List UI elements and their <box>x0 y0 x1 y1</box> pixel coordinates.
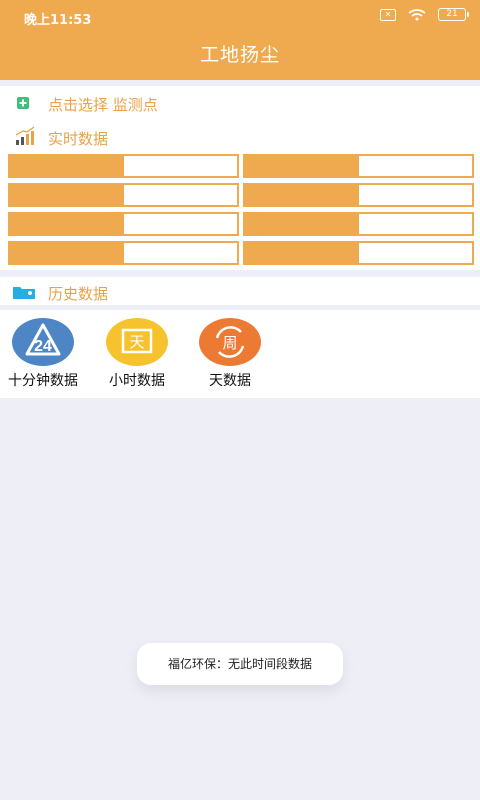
day-data-label: 天数据 <box>209 373 251 389</box>
monitor-point-selector[interactable]: 点击选择 监测点 <box>0 86 480 120</box>
realtime-section: 实时数据 <box>0 120 480 270</box>
svg-text:24: 24 <box>34 338 52 355</box>
hour-data-label: 小时数据 <box>109 373 165 389</box>
history-label: 历史数据 <box>48 285 109 303</box>
history-buttons: 24 十分钟数据 天 小时数据 周 天数据 <box>0 310 480 398</box>
realtime-cell <box>8 154 239 178</box>
svg-text:天: 天 <box>129 333 144 351</box>
battery-icon: 21 <box>438 8 469 21</box>
realtime-cell <box>243 241 474 265</box>
realtime-cell <box>243 212 474 236</box>
monitor-select-label: 点击选择 监测点 <box>48 96 158 114</box>
realtime-label: 实时数据 <box>48 130 109 148</box>
wifi-icon <box>408 8 426 20</box>
hour-data-button[interactable]: 天 小时数据 <box>89 318 185 396</box>
realtime-cell <box>8 241 239 265</box>
sim-icon: ✕ <box>380 8 396 21</box>
ten-minute-data-button[interactable]: 24 十分钟数据 <box>0 318 91 396</box>
realtime-grid <box>8 154 474 265</box>
realtime-cell <box>243 154 474 178</box>
week-cycle-icon: 周 <box>199 318 261 366</box>
plus-box-icon <box>17 97 29 109</box>
realtime-cell <box>243 183 474 207</box>
svg-text:周: 周 <box>222 334 237 352</box>
status-bar: 晚上11:53 ✕ 21 <box>0 0 480 34</box>
app-header: 晚上11:53 ✕ 21 工地扬尘 <box>0 0 480 80</box>
toast-message: 福亿环保：无此时间段数据 <box>137 643 343 685</box>
history-header: 历史数据 <box>0 277 480 305</box>
realtime-cell <box>8 183 239 207</box>
folder-icon <box>13 287 35 299</box>
status-time: 晚上11:53 <box>24 13 92 28</box>
ten-minute-data-label: 十分钟数据 <box>8 373 78 389</box>
battery-level: 21 <box>446 9 458 19</box>
hour-box-icon: 天 <box>106 318 168 366</box>
realtime-cell <box>8 212 239 236</box>
page-title: 工地扬尘 <box>199 44 280 66</box>
day-data-button[interactable]: 周 天数据 <box>182 318 278 396</box>
recycle-24-icon: 24 <box>12 318 74 366</box>
bar-chart-icon <box>15 126 35 145</box>
status-icons: ✕ 21 <box>380 8 469 21</box>
